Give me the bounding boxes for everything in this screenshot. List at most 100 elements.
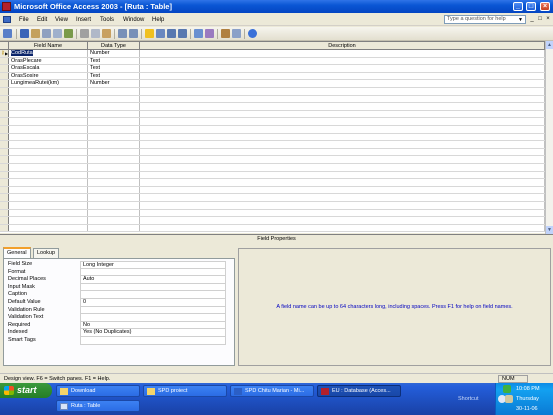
field-name-cell[interactable] xyxy=(9,224,88,232)
row-selector[interactable] xyxy=(0,57,9,65)
row-selector[interactable] xyxy=(0,110,9,118)
description-cell[interactable] xyxy=(140,224,545,232)
database-window-icon[interactable] xyxy=(221,29,230,38)
row-selector[interactable] xyxy=(0,194,9,201)
description-cell[interactable] xyxy=(140,217,545,224)
description-cell[interactable] xyxy=(140,194,545,201)
row-selector[interactable] xyxy=(0,224,9,232)
description-cell[interactable] xyxy=(140,65,545,72)
property-value-input[interactable]: No xyxy=(80,321,226,330)
field-name-cell[interactable] xyxy=(9,118,88,125)
property-value-input[interactable]: Yes (No Duplicates) xyxy=(80,329,226,337)
redo-icon[interactable] xyxy=(129,29,138,38)
clock-time[interactable]: 10:08 PM xyxy=(516,385,540,393)
description-cell[interactable] xyxy=(140,164,545,171)
field-name-cell[interactable] xyxy=(9,171,88,179)
field-name-cell[interactable]: CodRuta xyxy=(9,50,88,57)
table-row[interactable] xyxy=(0,95,545,104)
description-cell[interactable] xyxy=(140,110,545,118)
description-cell[interactable] xyxy=(140,103,545,110)
data-type-cell[interactable] xyxy=(88,133,140,141)
data-type-cell[interactable] xyxy=(88,88,140,95)
data-type-cell[interactable] xyxy=(88,224,140,232)
child-restore-button[interactable]: □ xyxy=(536,16,544,23)
field-name-cell[interactable] xyxy=(9,95,88,103)
description-cell[interactable] xyxy=(140,209,545,217)
table-row[interactable] xyxy=(0,133,545,142)
table-row[interactable] xyxy=(0,88,545,96)
insert-rows-icon[interactable] xyxy=(167,29,176,38)
field-name-cell[interactable] xyxy=(9,186,88,194)
row-selector[interactable] xyxy=(0,118,9,125)
child-close-button[interactable]: × xyxy=(544,16,552,23)
description-cell[interactable] xyxy=(140,50,545,57)
menu-file[interactable]: File xyxy=(19,16,29,24)
field-name-cell[interactable]: OrasSosire xyxy=(9,72,88,80)
table-row[interactable]: ⚷ ▶ CodRuta Number xyxy=(0,50,545,58)
data-type-cell[interactable]: Text xyxy=(88,72,140,80)
field-name-cell[interactable] xyxy=(9,217,88,224)
row-selector[interactable] xyxy=(0,179,9,186)
vertical-scrollbar[interactable]: ▲ ▼ xyxy=(545,41,553,234)
task-ruta-table[interactable]: Ruta : Table xyxy=(56,400,140,412)
table-row[interactable] xyxy=(0,126,545,134)
row-selector[interactable] xyxy=(0,72,9,80)
table-row[interactable] xyxy=(0,141,545,149)
print-icon[interactable] xyxy=(42,29,51,38)
field-name-cell[interactable] xyxy=(9,179,88,186)
maximize-button[interactable]: □ xyxy=(526,2,536,11)
data-type-cell[interactable] xyxy=(88,126,140,133)
table-row[interactable] xyxy=(0,110,545,119)
row-selector[interactable] xyxy=(0,202,9,209)
menu-insert[interactable]: Insert xyxy=(76,16,91,24)
description-cell[interactable] xyxy=(140,72,545,80)
table-row[interactable]: OrasPlecare Text xyxy=(0,57,545,66)
description-cell[interactable] xyxy=(140,126,545,133)
property-value-input[interactable]: Auto xyxy=(80,276,226,284)
row-selector[interactable] xyxy=(0,88,9,95)
data-type-cell[interactable]: Number xyxy=(88,80,140,87)
description-cell[interactable] xyxy=(140,118,545,125)
table-row[interactable] xyxy=(0,202,545,210)
delete-rows-icon[interactable] xyxy=(178,29,187,38)
tab-lookup[interactable]: Lookup xyxy=(33,248,60,258)
save-icon[interactable] xyxy=(20,29,29,38)
task-download[interactable]: Download xyxy=(56,385,140,397)
description-cell[interactable] xyxy=(140,80,545,87)
data-type-cell[interactable] xyxy=(88,95,140,103)
field-name-cell[interactable]: OrasPlecare xyxy=(9,57,88,65)
task-database[interactable]: EU : Database (Acces... xyxy=(317,385,401,397)
description-cell[interactable] xyxy=(140,171,545,179)
undo-icon[interactable] xyxy=(118,29,127,38)
row-selector[interactable] xyxy=(0,148,9,156)
description-cell[interactable] xyxy=(140,133,545,141)
search-icon[interactable] xyxy=(31,29,40,38)
row-selector[interactable] xyxy=(0,133,9,141)
view-icon[interactable] xyxy=(3,29,12,38)
description-cell[interactable] xyxy=(140,156,545,163)
build-icon[interactable] xyxy=(205,29,214,38)
row-selector[interactable] xyxy=(0,186,9,194)
table-row[interactable] xyxy=(0,209,545,218)
description-cell[interactable] xyxy=(140,95,545,103)
spelling-icon[interactable] xyxy=(64,29,73,38)
field-name-cell[interactable] xyxy=(9,156,88,163)
properties-icon[interactable] xyxy=(194,29,203,38)
network-icon[interactable] xyxy=(503,385,511,393)
property-value-input[interactable] xyxy=(80,291,226,299)
table-row[interactable] xyxy=(0,217,545,225)
table-row[interactable]: LungimeaRutei(km) Number xyxy=(0,80,545,88)
minimize-button[interactable]: _ xyxy=(513,2,523,11)
data-type-cell[interactable] xyxy=(88,141,140,148)
field-name-cell[interactable] xyxy=(9,88,88,95)
description-cell[interactable] xyxy=(140,57,545,65)
row-selector[interactable] xyxy=(0,171,9,179)
scroll-up-icon[interactable]: ▲ xyxy=(546,41,553,49)
property-value-input[interactable] xyxy=(80,268,226,277)
row-selector[interactable] xyxy=(0,126,9,133)
paste-icon[interactable] xyxy=(102,29,111,38)
task-spd-proiect[interactable]: SPD proiect xyxy=(143,385,227,397)
indexes-icon[interactable] xyxy=(156,29,165,38)
field-name-cell[interactable] xyxy=(9,110,88,118)
description-cell[interactable] xyxy=(140,179,545,186)
